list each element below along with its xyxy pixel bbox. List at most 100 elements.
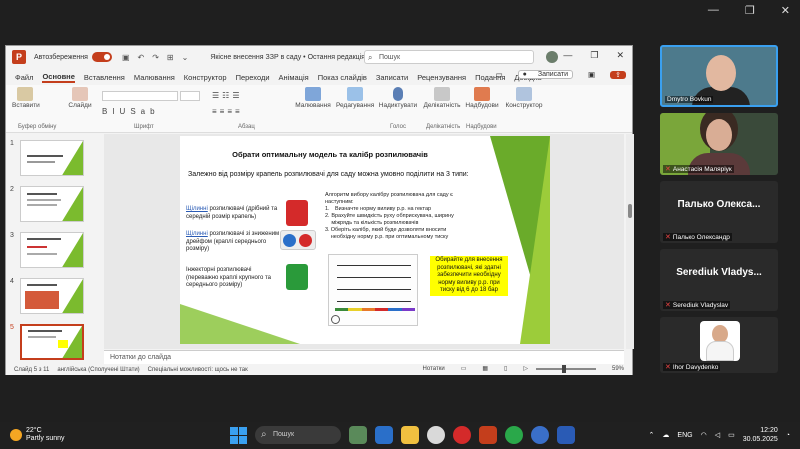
present-button-icon[interactable]: ▣ (588, 70, 595, 79)
wifi-icon[interactable]: ◠ (701, 431, 707, 439)
slide-thumbnail-5[interactable] (20, 324, 84, 360)
nozzle-type-3: Інжекторні розпилювачі (переважно краплі… (186, 267, 271, 288)
maximize-icon[interactable]: ❐ (745, 4, 755, 17)
menu-home[interactable]: Основне (42, 72, 75, 83)
participant-tile-2[interactable]: ✕ Анастасія Маляріук (660, 113, 778, 175)
word-icon[interactable] (557, 426, 575, 444)
save-icon[interactable]: ▣ (122, 53, 130, 62)
redo-icon[interactable]: ↷ (152, 53, 159, 62)
menu-animations[interactable]: Анімація (279, 73, 309, 82)
menu-slideshow[interactable]: Показ слайдів (318, 73, 367, 82)
designer-label: Конструктор (505, 102, 543, 109)
chrome-icon[interactable] (427, 426, 445, 444)
volume-icon[interactable]: ◁ (715, 431, 720, 439)
notification-bell-icon[interactable]: ◔ (786, 432, 790, 439)
battery-icon[interactable]: ▭ (728, 431, 735, 439)
meeting-window-controls: — ❐ ✕ (708, 4, 790, 17)
notes-toggle[interactable]: Нотатки (423, 366, 445, 372)
zoom-level[interactable]: 59% (612, 366, 624, 372)
customize-icon[interactable]: ⌄ (182, 53, 189, 62)
app-green-icon[interactable] (505, 426, 523, 444)
find-icon (347, 87, 363, 101)
zoom-icon[interactable] (531, 426, 549, 444)
language-indicator[interactable]: ENG (677, 432, 692, 439)
menu-review[interactable]: Рецензування (417, 73, 466, 82)
app-minimize-icon[interactable]: — (563, 50, 572, 61)
windows-taskbar: 22°C Partly sunny Пошук ⌃ ☁ ENG ◠ ◁ ▭ 12… (0, 422, 800, 449)
designer-button[interactable]: Конструктор (504, 87, 544, 109)
menu-file[interactable]: Файл (15, 73, 33, 82)
avatar[interactable] (546, 51, 558, 63)
paste-button[interactable]: Вставити (12, 87, 40, 109)
new-slide-icon (72, 87, 88, 101)
participant-name-1: Dmytro Bovkun (665, 96, 714, 103)
app-maximize-icon[interactable]: ❐ (590, 50, 598, 61)
slide-thumbnail-2[interactable] (20, 186, 84, 222)
list-icons[interactable]: ☰☷☰ (212, 91, 243, 100)
font-family-select[interactable] (102, 91, 178, 101)
participant-tile-5[interactable]: ✕ Ihor Davydenko (660, 317, 778, 373)
algorithm-step-3-text: Оберіть калібр, який буде дозволяти внос… (330, 227, 449, 240)
slideshow-icon[interactable]: ▷ (523, 365, 528, 372)
current-slide[interactable]: Обрати оптимальну модель та калібр розпи… (180, 136, 550, 344)
slides-button[interactable]: Слайди (68, 87, 92, 109)
sensitivity-button[interactable]: Делікатність (422, 87, 462, 109)
slide-thumbnail-4[interactable] (20, 278, 84, 314)
participant-tile-1[interactable]: Dmytro Bovkun (660, 45, 778, 107)
search-input[interactable]: ⌕ Пошук (364, 50, 534, 64)
normal-view-icon[interactable]: ▭ (461, 365, 467, 372)
nozzle-image-red (286, 200, 308, 226)
zoom-slider[interactable] (535, 364, 596, 373)
file-explorer-icon[interactable] (401, 426, 419, 444)
close-icon[interactable]: ✕ (781, 4, 790, 17)
share-button[interactable]: ⇪ (610, 70, 626, 79)
slide-thumbnail-1[interactable] (20, 140, 84, 176)
clock[interactable]: 12:20 30.05.2025 (743, 426, 778, 444)
reading-view-icon[interactable]: ▯ (504, 365, 507, 372)
powerpoint-taskbar-icon[interactable] (479, 426, 497, 444)
participant-tile-3[interactable]: Палько Олекса... ✕ Палько Олександр (660, 181, 778, 243)
opera-icon[interactable] (453, 426, 471, 444)
notes-pane[interactable]: Нотатки до слайда (104, 350, 624, 364)
menu-transitions[interactable]: Переходи (236, 73, 270, 82)
app-close-icon[interactable]: ✕ (616, 50, 624, 61)
autosave-toggle[interactable] (91, 52, 112, 62)
participant-name-4-text: Serediuk Vladyslav (672, 302, 729, 309)
record-button[interactable]: ● Записати (517, 70, 574, 79)
menu-insert[interactable]: Вставлення (84, 73, 125, 82)
addins-icon (474, 87, 490, 101)
menu-record[interactable]: Записати (376, 73, 408, 82)
undo-icon[interactable]: ↶ (138, 53, 145, 62)
chevron-up-icon[interactable]: ⌃ (649, 431, 655, 439)
title-bar: P Автозбереження ▣ ↶ ↷ ⊞ ⌄ Якісне внесен… (6, 46, 632, 68)
participant-tile-4[interactable]: Serediuk Vladys... ✕ Serediuk Vladyslav (660, 249, 778, 311)
minimize-icon[interactable]: — (708, 4, 719, 17)
search-placeholder: Пошук (379, 54, 401, 61)
menu-draw[interactable]: Малювання (134, 73, 175, 82)
algorithm-step-2: 2. Врахуйте швидкість руху обприскувача, … (325, 213, 465, 227)
weather-widget[interactable]: 22°C Partly sunny (10, 427, 65, 443)
language-indicator[interactable]: англійська (Сполучені Штати) (57, 367, 139, 373)
accessibility-status[interactable]: Спеціальні можливості: щось не так (148, 367, 248, 373)
slide-sorter-icon[interactable]: ▦ (482, 365, 488, 372)
slide-thumbnail-3[interactable] (20, 232, 84, 268)
widgets-icon[interactable] (349, 426, 367, 444)
slide-scrollbar[interactable] (626, 134, 634, 349)
menu-design[interactable]: Конструктор (184, 73, 227, 82)
algorithm-step-1-text: Визначте норму виливу р.р. на гектар (335, 206, 432, 212)
record-label: Записати (537, 71, 569, 78)
align-icons[interactable]: ≡≡≡≡ (212, 107, 243, 116)
taskbar-search[interactable]: Пошук (255, 426, 341, 444)
copilot-icon[interactable] (375, 426, 393, 444)
font-size-select[interactable] (180, 91, 200, 101)
font-format-icons[interactable]: BIUSab (102, 107, 160, 116)
dictate-button[interactable]: Надиктувати (378, 87, 418, 109)
cloud-icon[interactable]: ☁ (662, 431, 669, 439)
drawing-button[interactable]: Малювання (294, 87, 332, 109)
comment-icon[interactable]: ▭ (496, 70, 503, 79)
addins-button[interactable]: Надбудови (464, 87, 500, 109)
mic-muted-icon: ✕ (665, 302, 671, 309)
editing-button[interactable]: Редагування (336, 87, 374, 109)
present-icon[interactable]: ⊞ (167, 53, 174, 62)
start-button[interactable] (230, 426, 247, 444)
